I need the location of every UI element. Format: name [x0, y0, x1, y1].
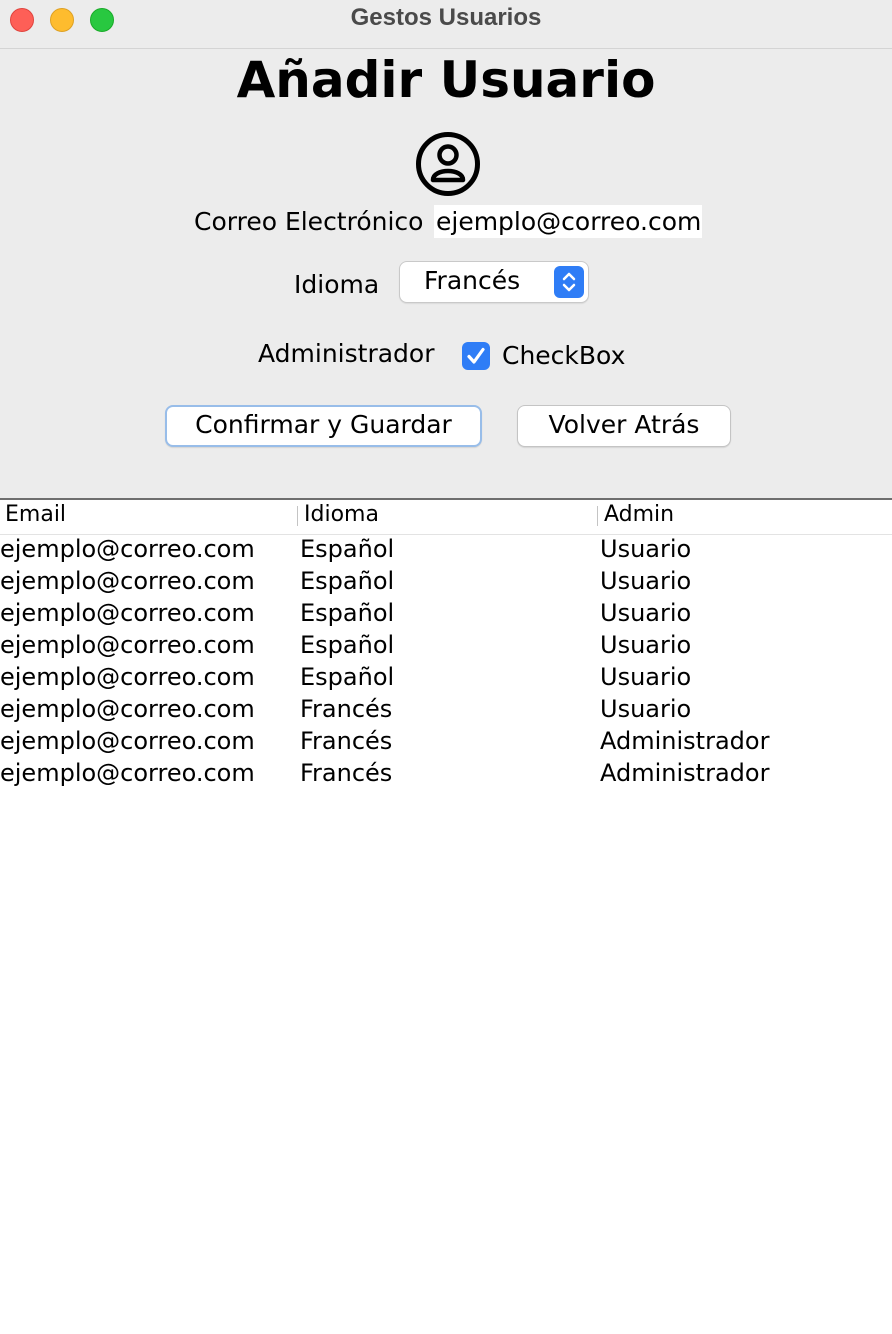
role-cell: Usuario	[600, 535, 692, 563]
column-header-admin[interactable]: Admin	[604, 502, 674, 527]
admin-label: Administrador	[258, 339, 435, 368]
table-row[interactable]: ejemplo@correo.com Español Usuario	[0, 566, 892, 598]
role-cell: Usuario	[600, 599, 692, 627]
role-cell: Usuario	[600, 631, 692, 659]
role-cell: Usuario	[600, 663, 692, 691]
role-cell: Usuario	[600, 567, 692, 595]
admin-checkbox[interactable]	[462, 342, 490, 370]
email-cell: ejemplo@correo.com	[0, 695, 255, 723]
email-cell: ejemplo@correo.com	[0, 727, 255, 755]
email-cell: ejemplo@correo.com	[0, 631, 255, 659]
chevron-up-down-icon	[554, 266, 584, 298]
table-row[interactable]: ejemplo@correo.com Español Usuario	[0, 630, 892, 662]
email-field[interactable]: ejemplo@correo.com	[434, 205, 702, 238]
email-cell: ejemplo@correo.com	[0, 663, 255, 691]
language-cell: Español	[300, 599, 395, 627]
user-icon	[416, 132, 480, 196]
column-header-email[interactable]: Email	[5, 502, 66, 527]
table-row[interactable]: ejemplo@correo.com Francés Administrador	[0, 726, 892, 758]
language-cell: Francés	[300, 759, 393, 787]
back-button[interactable]: Volver Atrás	[517, 405, 731, 447]
table-row[interactable]: ejemplo@correo.com Español Usuario	[0, 662, 892, 694]
role-cell: Usuario	[600, 695, 692, 723]
language-cell: Español	[300, 663, 395, 691]
add-user-form: Añadir Usuario Correo Electrónico ejempl…	[0, 49, 892, 500]
email-cell: ejemplo@correo.com	[0, 599, 255, 627]
users-table[interactable]: Email Idioma Admin ejemplo@correo.com Esp…	[0, 500, 892, 1334]
email-cell: ejemplo@correo.com	[0, 759, 255, 787]
column-header-idioma[interactable]: Idioma	[304, 502, 379, 527]
language-label: Idioma	[294, 270, 380, 299]
checkmark-icon	[467, 347, 485, 364]
language-cell: Español	[300, 567, 395, 595]
column-divider[interactable]	[297, 506, 298, 526]
page-title: Añadir Usuario	[236, 51, 656, 109]
language-select[interactable]: Francés	[399, 261, 589, 303]
email-label: Correo Electrónico	[194, 207, 424, 236]
email-cell: ejemplo@correo.com	[0, 567, 255, 595]
language-cell: Francés	[300, 695, 393, 723]
confirm-save-button[interactable]: Confirmar y Guardar	[165, 405, 482, 447]
table-row[interactable]: ejemplo@correo.com Español Usuario	[0, 598, 892, 630]
window-titlebar: Gestos Usuarios	[0, 0, 892, 49]
language-cell: Francés	[300, 727, 393, 755]
table-row[interactable]: ejemplo@correo.com Francés Administrador	[0, 758, 892, 790]
language-cell: Español	[300, 631, 395, 659]
column-divider[interactable]	[597, 506, 598, 526]
email-cell: ejemplo@correo.com	[0, 535, 255, 563]
table-row[interactable]: ejemplo@correo.com Francés Usuario	[0, 694, 892, 726]
table-body: ejemplo@correo.com Español Usuario ejemplo@…	[0, 534, 892, 790]
checkbox-label[interactable]: CheckBox	[502, 341, 625, 370]
table-row[interactable]: ejemplo@correo.com Español Usuario	[0, 534, 892, 566]
window-title: Gestos Usuarios	[350, 4, 542, 31]
language-selected-value: Francés	[424, 266, 521, 295]
table-header: Email Idioma Admin	[0, 500, 892, 535]
language-cell: Español	[300, 535, 395, 563]
role-cell: Administrador	[600, 727, 770, 755]
role-cell: Administrador	[600, 759, 770, 787]
